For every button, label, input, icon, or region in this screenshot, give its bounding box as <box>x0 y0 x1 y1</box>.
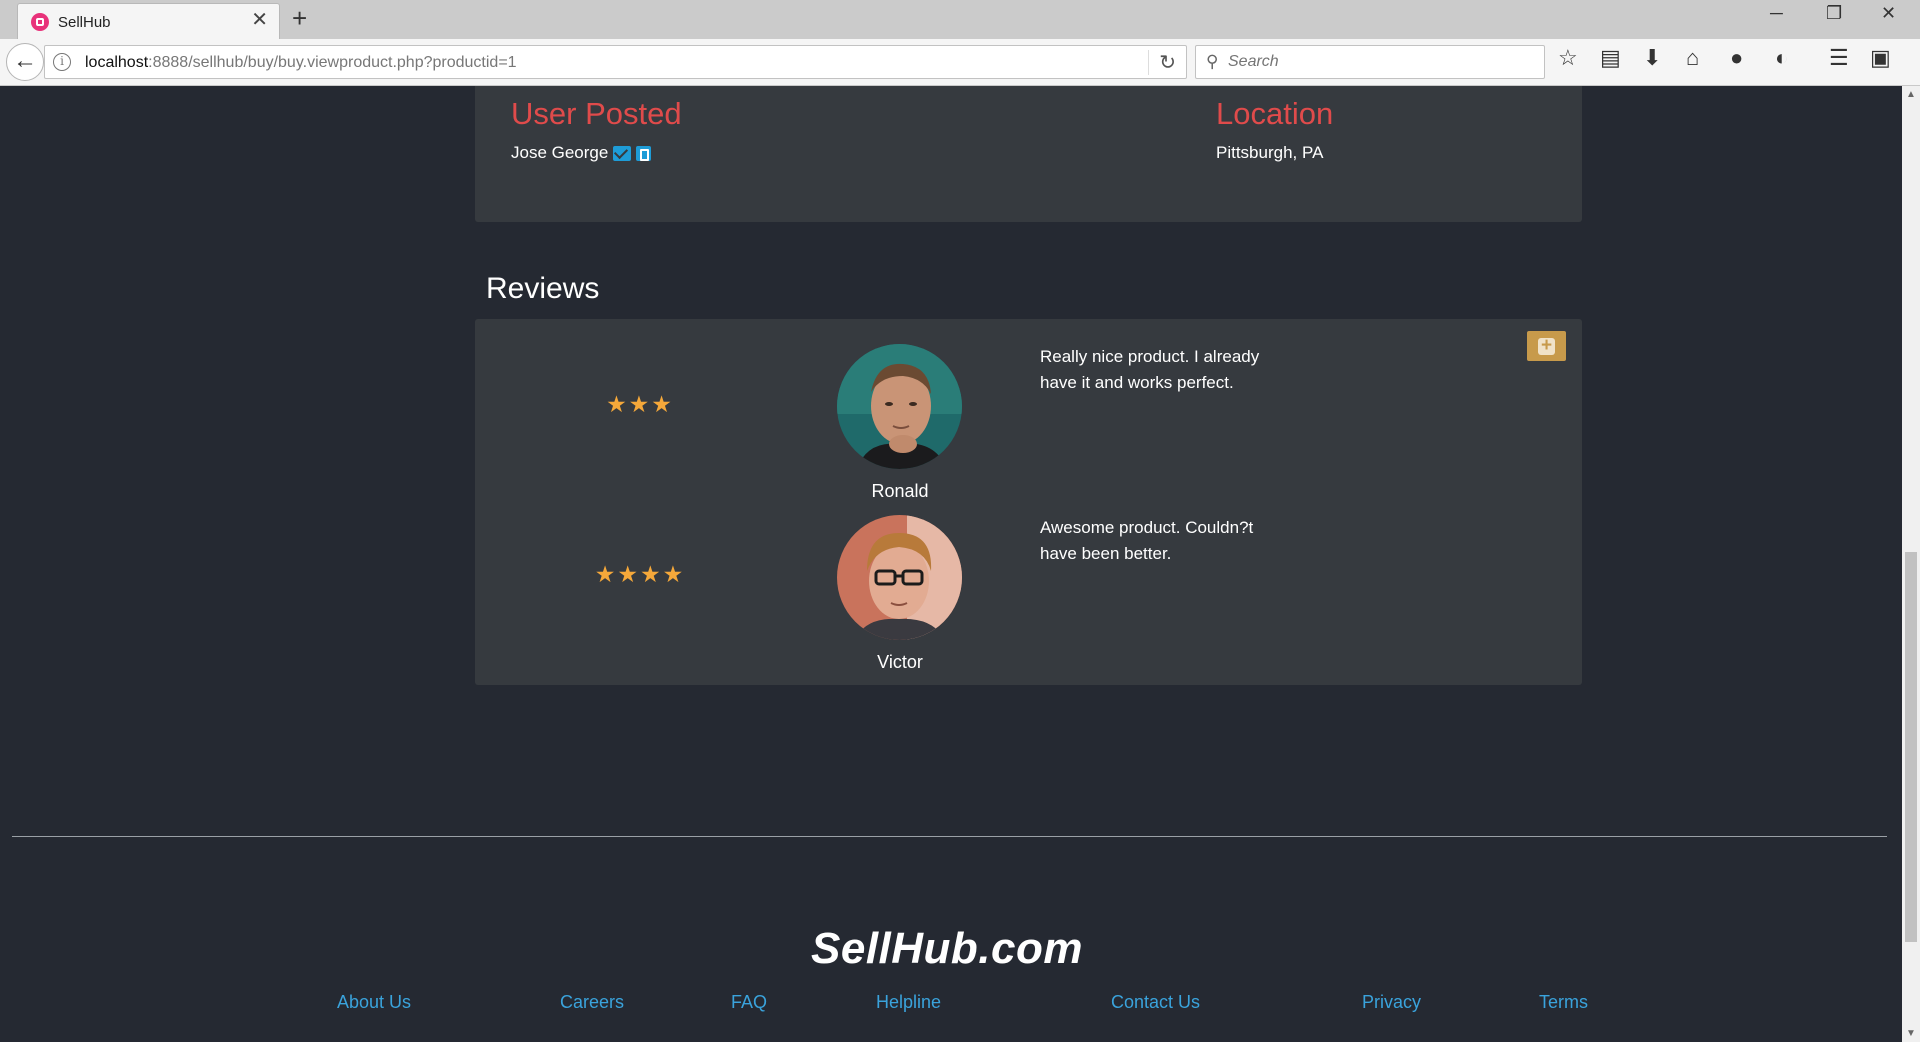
review-text: Really nice product. I already have it a… <box>1040 347 1260 392</box>
reviews-heading: Reviews <box>486 272 600 305</box>
footer-divider <box>12 836 1887 837</box>
seller-info-panel: User Posted Jose George Location Pittsbu… <box>475 86 1582 222</box>
reviewer-name: Victor <box>877 652 923 672</box>
chat-icon[interactable]: ● <box>1730 47 1743 69</box>
review-text: Awesome product. Couldn?t have been bett… <box>1040 518 1254 563</box>
site-info-icon[interactable]: i <box>53 53 71 71</box>
page-content: User Posted Jose George Location Pittsbu… <box>0 86 1902 1042</box>
menu-icon[interactable]: ☰ <box>1829 47 1849 69</box>
review-item: ★★★★ Victor Awesome product. Couldn?t ha… <box>475 490 1582 672</box>
tab-title: SellHub <box>58 14 111 31</box>
restore-window-icon[interactable]: ❐ <box>1826 4 1842 22</box>
close-tab-icon[interactable]: ✕ <box>251 10 268 30</box>
reload-icon[interactable]: ↻ <box>1148 50 1176 75</box>
footer-link-faq[interactable]: FAQ <box>731 992 767 1013</box>
new-tab-button[interactable]: + <box>292 5 307 31</box>
footer-link-about-us[interactable]: About Us <box>337 992 411 1013</box>
bookmarks-list-icon[interactable]: ▤ <box>1600 47 1621 69</box>
footer-link-privacy[interactable]: Privacy <box>1362 992 1421 1013</box>
avatar <box>837 344 962 469</box>
browser-tab-bar: SellHub ✕ + ─ ❐ ✕ <box>0 0 1920 40</box>
location-value: Pittsburgh, PA <box>1216 143 1324 162</box>
user-posted-heading: User Posted <box>511 96 682 131</box>
url-text[interactable]: localhost:8888/sellhub/buy/buy.viewprodu… <box>85 54 517 72</box>
footer-link-contact-us[interactable]: Contact Us <box>1111 992 1200 1013</box>
browser-tab[interactable]: SellHub ✕ <box>17 3 280 40</box>
star-rating: ★★★ <box>606 392 674 418</box>
reviews-panel: ★★★ Ronald Really nice product. I alread… <box>475 319 1582 685</box>
browser-nav-bar: ← i localhost:8888/sellhub/buy/buy.viewp… <box>0 39 1920 86</box>
seller-name-text: Jose George <box>511 143 609 162</box>
minimize-window-icon[interactable]: ─ <box>1770 4 1783 22</box>
phone-icon[interactable] <box>636 145 652 161</box>
star-rating: ★★★★ <box>594 562 686 588</box>
search-bar[interactable]: ⚲ <box>1195 45 1545 79</box>
location-heading: Location <box>1216 96 1334 131</box>
email-icon[interactable] <box>613 145 632 161</box>
sellhub-logo[interactable]: SellHub.com <box>811 924 1083 974</box>
search-icon: ⚲ <box>1206 52 1219 71</box>
search-input[interactable] <box>1228 47 1528 77</box>
back-arrow-icon[interactable]: ← <box>6 43 44 81</box>
avatar <box>837 515 962 640</box>
download-icon[interactable]: ⬇ <box>1643 47 1661 69</box>
home-icon[interactable]: ⌂ <box>1686 47 1699 69</box>
sellhub-favicon-icon <box>31 13 49 31</box>
url-bar[interactable]: i localhost:8888/sellhub/buy/buy.viewpro… <box>44 45 1187 79</box>
seller-name: Jose George <box>511 143 652 163</box>
footer-link-helpline[interactable]: Helpline <box>876 992 941 1013</box>
close-window-icon[interactable]: ✕ <box>1881 4 1896 22</box>
scroll-down-icon[interactable]: ▼ <box>1902 1025 1920 1042</box>
review-item: ★★★ Ronald Really nice product. I alread… <box>475 319 1582 501</box>
bookmark-star-icon[interactable]: ☆ <box>1558 47 1578 69</box>
pocket-icon[interactable]: ◐ <box>1775 47 1788 69</box>
page-scrollbar[interactable]: ▲ ▼ <box>1902 86 1920 1042</box>
scrollbar-thumb[interactable] <box>1905 552 1917 942</box>
footer-link-terms[interactable]: Terms <box>1539 992 1588 1013</box>
scroll-up-icon[interactable]: ▲ <box>1902 86 1920 103</box>
extension-icon[interactable]: ▣ <box>1870 47 1891 69</box>
footer-link-careers[interactable]: Careers <box>560 992 624 1013</box>
